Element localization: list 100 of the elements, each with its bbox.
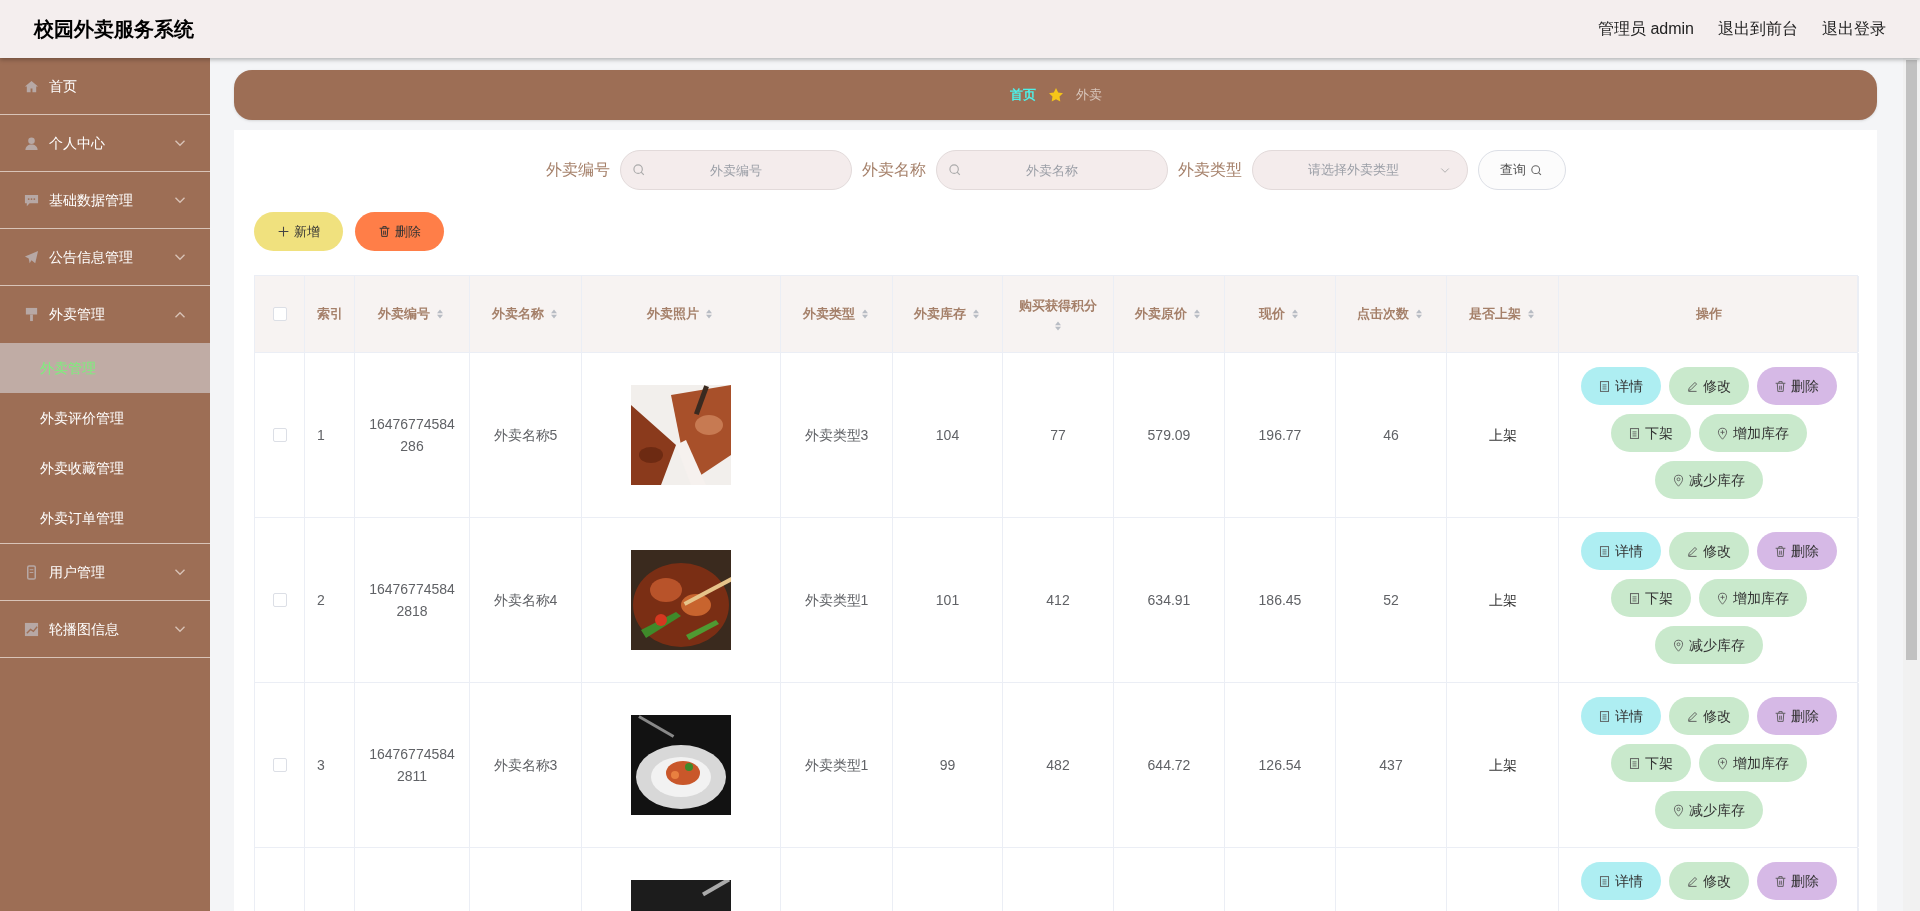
- document-icon: [1628, 591, 1641, 605]
- action-button[interactable]: 详情: [1580, 862, 1661, 900]
- table-cell-text: 外卖名称4: [493, 590, 558, 610]
- document-icon: [1598, 379, 1611, 393]
- action-button[interactable]: 增加库存: [1698, 579, 1807, 617]
- table-cell-text: 196.77: [1258, 425, 1302, 445]
- delete-button[interactable]: 删除: [355, 212, 444, 251]
- document-icon: [1628, 426, 1641, 440]
- action-button[interactable]: 详情: [1580, 532, 1661, 570]
- action-button[interactable]: 下架: [1610, 414, 1691, 452]
- table-cell-text: 634.91: [1147, 590, 1191, 610]
- search-field[interactable]: 外卖编号: [619, 150, 852, 190]
- search-button[interactable]: 查询: [1477, 150, 1566, 190]
- search-icon: [1530, 163, 1543, 177]
- action-button[interactable]: 删除: [1756, 532, 1837, 570]
- chart-icon: [24, 621, 39, 637]
- pin-icon: [1672, 803, 1685, 817]
- phone-icon: [24, 564, 39, 580]
- sidebar-item[interactable]: 个人中心: [0, 115, 210, 172]
- action-button[interactable]: 删除: [1756, 367, 1837, 405]
- table-cell-text: 437: [1379, 755, 1403, 775]
- sidebar-item[interactable]: 基础数据管理: [0, 172, 210, 229]
- action-button[interactable]: 下架: [1610, 744, 1691, 782]
- sidebar-item[interactable]: 用户管理: [0, 544, 210, 601]
- trash-icon: [1774, 874, 1787, 888]
- table-cell-text: 1: [316, 425, 326, 445]
- action-button[interactable]: 删除: [1756, 697, 1837, 735]
- pencil-icon: [1686, 874, 1699, 888]
- checkbox[interactable]: [272, 428, 287, 442]
- table-cell-text: 上架: [1488, 590, 1517, 610]
- action-button[interactable]: 减少库存: [1654, 626, 1763, 664]
- star-icon: [1047, 87, 1064, 103]
- field-label: 外卖类型: [1177, 160, 1242, 180]
- table-cell-text: 3: [316, 755, 326, 775]
- sidebar-item[interactable]: 公告信息管理: [0, 229, 210, 286]
- action-button[interactable]: 增加库存: [1698, 744, 1807, 782]
- admin-link[interactable]: 管理员 admin: [1597, 17, 1694, 41]
- sidebar-item[interactable]: 首页: [0, 58, 210, 115]
- checkbox[interactable]: [272, 307, 287, 321]
- column-header: 操作: [1695, 305, 1722, 324]
- action-button[interactable]: 下架: [1610, 579, 1691, 617]
- sidebar-subitem[interactable]: 外卖收藏管理: [0, 443, 210, 493]
- column-header: 索引: [316, 305, 343, 324]
- chat-icon: [24, 192, 39, 208]
- plus-icon: [277, 225, 290, 238]
- action-button[interactable]: 减少库存: [1654, 461, 1763, 499]
- table-cell-text: 77: [1050, 425, 1066, 445]
- table-cell-text: 164767745842811: [368, 744, 456, 786]
- search-icon: [631, 163, 646, 177]
- pin-plus-icon: [1716, 426, 1729, 440]
- action-button[interactable]: 删除: [1756, 862, 1837, 900]
- user-icon: [24, 135, 39, 151]
- pin-plus-icon: [1716, 756, 1729, 770]
- trash-icon: [378, 225, 391, 238]
- checkbox[interactable]: [272, 593, 287, 607]
- action-button[interactable]: 详情: [1580, 367, 1661, 405]
- table-cell-text: 104: [935, 425, 960, 445]
- add-button[interactable]: 新增: [254, 212, 343, 251]
- header-link[interactable]: 退出到前台: [1718, 17, 1798, 41]
- table-cell-text: 579.09: [1147, 425, 1191, 445]
- scrollbar[interactable]: [1903, 58, 1920, 911]
- action-button[interactable]: 详情: [1580, 697, 1661, 735]
- pencil-icon: [1686, 544, 1699, 558]
- search-field[interactable]: 外卖名称: [935, 150, 1168, 190]
- action-button[interactable]: 增加库存: [1698, 414, 1807, 452]
- checkbox[interactable]: [272, 758, 287, 772]
- action-button[interactable]: 修改: [1668, 367, 1749, 405]
- table-cell-text: 外卖名称3: [493, 755, 558, 775]
- pencil-icon: [1686, 709, 1699, 723]
- sidebar-subitem[interactable]: 外卖评价管理: [0, 393, 210, 443]
- table-cell-text: 126.54: [1258, 755, 1302, 775]
- pin-icon: [1672, 638, 1685, 652]
- search-icon: [947, 163, 962, 177]
- pin-plus-icon: [1716, 591, 1729, 605]
- sidebar-subitem[interactable]: 外卖订单管理: [0, 493, 210, 543]
- brush-icon: [24, 307, 39, 322]
- table-cell-text: 外卖类型1: [804, 590, 869, 610]
- table-cell-text: 外卖类型1: [804, 755, 869, 775]
- sidebar-item[interactable]: 外卖管理: [0, 286, 210, 343]
- table-cell-text: 16476774584286: [368, 414, 456, 456]
- table-cell-text: 52: [1383, 590, 1399, 610]
- trash-icon: [1774, 544, 1787, 558]
- table-cell-text: 2: [316, 590, 326, 610]
- table-cell-text: 101: [935, 590, 960, 610]
- document-icon: [1598, 709, 1611, 723]
- table-cell-text: 644.72: [1147, 755, 1191, 775]
- table-cell-text: 186.45: [1258, 590, 1302, 610]
- table-cell-text: 外卖类型3: [804, 425, 869, 445]
- table-cell-text: 164767745842818: [368, 579, 456, 621]
- action-button[interactable]: 修改: [1668, 532, 1749, 570]
- table-cell-text: 上架: [1488, 425, 1517, 445]
- action-button[interactable]: 减少库存: [1654, 791, 1763, 829]
- action-button[interactable]: 修改: [1668, 862, 1749, 900]
- action-button[interactable]: 修改: [1668, 697, 1749, 735]
- trash-icon: [1774, 709, 1787, 723]
- table-cell-text: 99: [939, 755, 956, 775]
- sidebar-item[interactable]: 轮播图信息: [0, 601, 210, 658]
- send-icon: [24, 249, 39, 265]
- header-link[interactable]: 退出登录: [1822, 17, 1886, 41]
- pin-icon: [1672, 473, 1685, 487]
